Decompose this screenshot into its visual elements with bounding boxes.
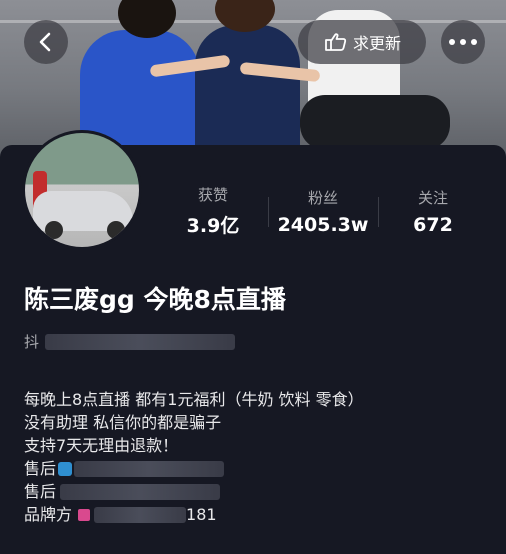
douyin-id: 抖	[24, 331, 236, 352]
cover-person-middle	[195, 25, 300, 153]
cover-person-right-legs	[300, 95, 450, 150]
redacted-id	[45, 333, 236, 350]
redacted-text	[94, 506, 187, 523]
stat-followers-label: 粉丝	[307, 188, 338, 207]
chevron-left-icon	[39, 32, 51, 52]
redacted-mark	[58, 461, 73, 476]
bio-after-sales-label: 售后	[24, 482, 57, 501]
redacted-text	[60, 483, 221, 500]
redacted-mark	[78, 508, 91, 521]
more-button[interactable]	[441, 20, 485, 64]
stat-likes-value: 3.9亿	[186, 215, 240, 237]
redacted-text	[74, 460, 225, 477]
stat-following-value: 672	[413, 213, 453, 236]
bio: 每晚上8点直播 都有1元福利（牛奶 饮料 零食） 没有助理 私信你的都是骗子 支…	[24, 388, 364, 526]
stats-bar: 获赞 3.9亿 粉丝 2405.3w 关注 672	[158, 183, 488, 239]
bio-line: 每晚上8点直播 都有1元福利（牛奶 饮料 零食）	[24, 390, 364, 409]
bio-line-after-sales-1: 售后	[24, 457, 364, 480]
stat-likes[interactable]: 获赞 3.9亿	[158, 183, 268, 239]
stat-following[interactable]: 关注 672	[378, 183, 488, 239]
hand-point-icon	[325, 33, 347, 51]
ellipsis-icon	[447, 39, 480, 45]
stat-followers-value: 2405.3w	[277, 213, 369, 236]
request-update-button[interactable]: 求更新	[298, 20, 426, 64]
stat-likes-label: 获赞	[197, 186, 228, 204]
bio-brand-suffix: 181	[186, 505, 217, 524]
back-button[interactable]	[24, 20, 68, 64]
stat-following-label: 关注	[417, 188, 448, 207]
avatar-wheel	[45, 221, 63, 239]
avatar-wheel	[107, 221, 125, 239]
bio-line: 支持7天无理由退款！	[24, 436, 179, 455]
bio-line: 没有助理 私信你的都是骗子	[24, 413, 222, 432]
bio-line-after-sales-2: 售后	[24, 480, 364, 503]
bio-brand-label: 品牌方	[24, 505, 73, 524]
nickname: 陈三废gg 今晚8点直播	[24, 285, 286, 314]
avatar[interactable]	[22, 130, 142, 250]
bio-line-brand: 品牌方 181	[24, 503, 364, 526]
stat-followers[interactable]: 粉丝 2405.3w	[268, 183, 378, 239]
douyin-id-prefix: 抖	[24, 333, 40, 351]
bio-after-sales-label: 售后	[24, 459, 57, 478]
request-update-label: 求更新	[352, 34, 401, 53]
avatar-image	[25, 133, 139, 247]
